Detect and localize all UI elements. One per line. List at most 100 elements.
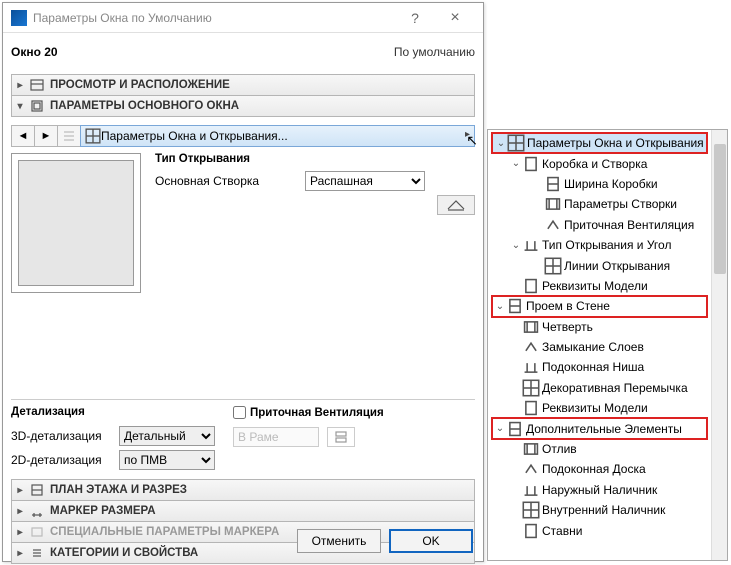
tree-item[interactable]: Внутренний Наличник <box>488 500 711 520</box>
tree-node-label: Внутренний Наличник <box>542 503 665 517</box>
tree-item[interactable]: Ставни <box>488 520 711 540</box>
tree-item[interactable]: Реквизиты Модели <box>488 398 711 418</box>
tree-node-icon <box>522 481 540 499</box>
panel-dimension-marker[interactable]: ▸ МАРКЕР РАЗМЕРА <box>11 500 475 522</box>
section-dropdown[interactable]: Параметры Окна и Открывания... ▸ ↖ <box>80 125 475 147</box>
tree-node-label: Проем в Стене <box>526 299 610 313</box>
nav-list-button[interactable] <box>57 125 81 147</box>
opening-row: Основная Створка Распашная <box>155 171 475 191</box>
top-panels: ▸ ПРОСМОТР И РАСПОЛОЖЕНИЕ ▾ ПАРАМЕТРЫ ОС… <box>11 74 475 117</box>
tree-node-label: Ставни <box>542 524 582 538</box>
tree-item[interactable]: Отлив <box>488 439 711 459</box>
chevron-right-icon: ▸ <box>12 527 28 538</box>
panel-label: КАТЕГОРИИ И СВОЙСТВА <box>50 547 198 559</box>
tree-node-icon <box>522 522 540 540</box>
detail-2d-row: 2D-детализация по ПМВ <box>11 450 215 470</box>
panel-main-window-params[interactable]: ▾ ПАРАМЕТРЫ ОСНОВНОГО ОКНА <box>11 95 475 117</box>
window-grid-icon <box>85 128 101 144</box>
opening-config-button[interactable] <box>437 195 475 215</box>
vent-field-row: В Раме <box>233 427 384 447</box>
close-button[interactable]: × <box>435 9 475 27</box>
tree-node-icon <box>506 297 524 315</box>
vent-type-field: В Раме <box>233 427 319 447</box>
tree-node-icon <box>522 318 540 336</box>
cancel-button[interactable]: Отменить <box>297 529 381 553</box>
tree-list[interactable]: ⌄Параметры Окна и Открывания⌄Коробка и С… <box>488 130 711 560</box>
detail-3d-label: 3D-детализация <box>11 429 111 443</box>
scrollbar[interactable] <box>711 130 727 560</box>
tree-node-label: Реквизиты Модели <box>542 401 648 415</box>
tree-item[interactable]: Подоконная Ниша <box>488 357 711 377</box>
preview-inner <box>18 160 134 286</box>
preview-box <box>11 153 141 293</box>
tree-node-label: Реквизиты Модели <box>542 279 648 293</box>
tree-item[interactable]: ⌄ Проем в Стене <box>492 296 707 316</box>
tree-item[interactable]: Наружный Наличник <box>488 480 711 500</box>
detail-2d-select[interactable]: по ПМВ <box>119 450 215 470</box>
tree-item[interactable]: Подоконная Доска <box>488 459 711 479</box>
help-button[interactable]: ? <box>395 10 435 26</box>
tree-node-label: Отлив <box>542 442 577 456</box>
plan-icon <box>28 483 46 497</box>
panel-label: ПРОСМОТР И РАСПОЛОЖЕНИЕ <box>50 79 230 91</box>
tree-node-label: Ширина Коробки <box>564 177 658 191</box>
vent-col: Приточная Вентиляция В Раме <box>233 406 384 447</box>
chevron-right-icon: ▸ <box>12 485 28 496</box>
opening-extra-row <box>155 195 475 215</box>
detail-col: Детализация 3D-детализация Детальный 2D-… <box>11 406 215 470</box>
tree-item[interactable]: Четверть <box>488 317 711 337</box>
vent-options-button[interactable] <box>327 427 355 447</box>
tree-node-label: Приточная Вентиляция <box>564 218 694 232</box>
panel-label: МАРКЕР РАЗМЕРА <box>50 505 156 517</box>
tree-item[interactable]: Приточная Вентиляция <box>488 215 711 235</box>
nav-next-button[interactable]: ► <box>34 125 58 147</box>
tree-node-label: Подоконная Доска <box>542 462 646 476</box>
vent-checkbox[interactable] <box>233 406 246 419</box>
tree-item[interactable]: ⌄Тип Открывания и Угол <box>488 235 711 255</box>
default-label: По умолчанию <box>394 45 475 59</box>
chevron-right-icon: ▸ <box>12 506 28 517</box>
detail-3d-select[interactable]: Детальный <box>119 426 215 446</box>
tree-node-icon <box>507 134 525 152</box>
panel-label: СПЕЦИАЛЬНЫЕ ПАРАМЕТРЫ МАРКЕРА <box>50 526 279 538</box>
panel-floor-section[interactable]: ▸ ПЛАН ЭТАЖА И РАЗРЕЗ <box>11 479 475 501</box>
tree-item[interactable]: Линии Открывания <box>488 255 711 275</box>
tree-item[interactable]: ⌄ Дополнительные Элементы <box>492 418 707 438</box>
tree-item[interactable]: Параметры Створки <box>488 194 711 214</box>
opening-type-select[interactable]: Распашная <box>305 171 425 191</box>
vent-checkbox-label: Приточная Вентиляция <box>250 407 384 419</box>
tree-item[interactable]: Ширина Коробки <box>488 174 711 194</box>
dialog-footer: Отменить OK <box>297 529 473 553</box>
panel-view-position[interactable]: ▸ ПРОСМОТР И РАСПОЛОЖЕНИЕ <box>11 74 475 96</box>
opening-form: Тип Открывания Основная Створка Распашна… <box>155 153 475 293</box>
tree-item[interactable]: Декоративная Перемычка <box>488 378 711 398</box>
tree-node-label: Дополнительные Элементы <box>526 422 682 436</box>
chevron-down-icon: ⌄ <box>510 240 522 251</box>
tree-node-icon <box>506 420 524 438</box>
opening-row-label: Основная Створка <box>155 174 295 188</box>
tree-node-icon <box>544 195 562 213</box>
tree-node-label: Параметры Окна и Открывания <box>527 136 704 150</box>
tree-node-label: Параметры Створки <box>564 197 677 211</box>
ok-button[interactable]: OK <box>389 529 473 553</box>
detail-heading: Детализация <box>11 406 215 418</box>
dropdown-arrow-icon: ▸ <box>465 129 470 140</box>
tree-item[interactable]: ⌄Коробка и Створка <box>488 153 711 173</box>
detail-2d-label: 2D-детализация <box>11 453 111 467</box>
panel-label: ПАРАМЕТРЫ ОСНОВНОГО ОКНА <box>50 100 239 112</box>
chevron-down-icon: ⌄ <box>494 301 506 312</box>
tree-item[interactable]: ⌄Параметры Окна и Открывания <box>492 133 707 153</box>
tree-item[interactable]: Реквизиты Модели <box>488 276 711 296</box>
tree-node-label: Замыкание Слоев <box>542 340 644 354</box>
detail-3d-row: 3D-детализация Детальный <box>11 426 215 446</box>
nav-prev-button[interactable]: ◄ <box>11 125 35 147</box>
tree-node-icon <box>522 358 540 376</box>
chevron-down-icon: ⌄ <box>494 423 506 434</box>
tree-node-label: Декоративная Перемычка <box>542 381 688 395</box>
scrollbar-thumb[interactable] <box>714 144 726 274</box>
dialog-window: Параметры Окна по Умолчанию ? × Окно 20 … <box>2 2 484 562</box>
chevron-right-icon: ▸ <box>12 548 28 559</box>
chevron-down-icon: ▾ <box>12 101 28 112</box>
tree-item[interactable]: Замыкание Слоев <box>488 337 711 357</box>
tree-node-label: Линии Открывания <box>564 259 670 273</box>
